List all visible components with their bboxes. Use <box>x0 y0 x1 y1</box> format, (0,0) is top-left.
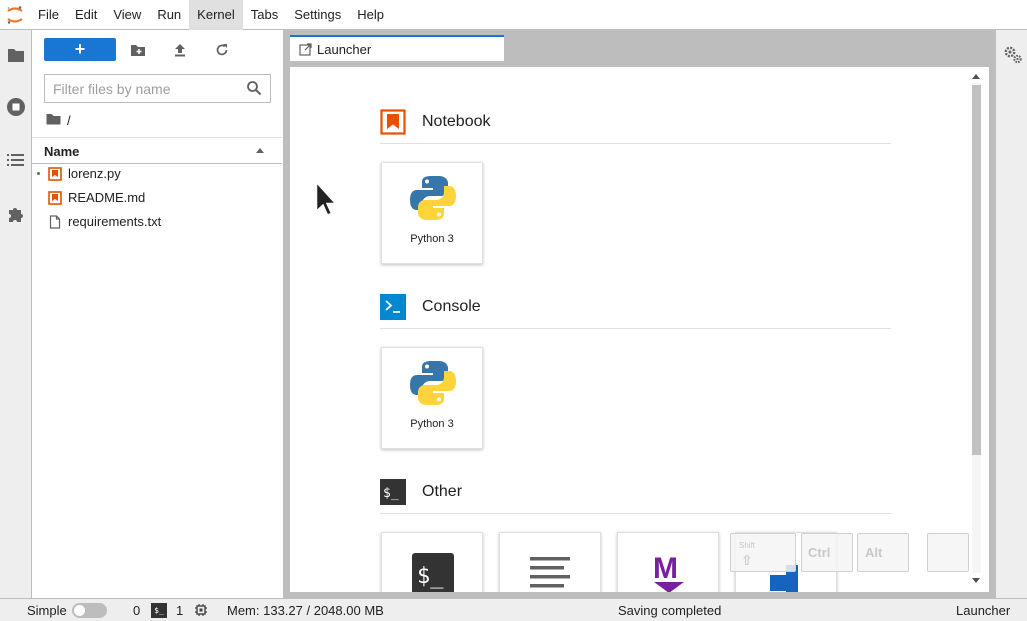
section-console: Console <box>380 289 891 329</box>
extension-manager-icon[interactable] <box>4 202 28 226</box>
svg-text:M: M <box>653 552 678 585</box>
launcher-card-notebook-python3[interactable]: Python 3 <box>381 162 483 264</box>
file-row-readme[interactable]: README.md <box>32 186 282 210</box>
python-logo-icon <box>410 361 456 405</box>
simple-mode-toggle[interactable] <box>72 603 107 618</box>
file-browser-toolbar: + <box>32 30 282 70</box>
menu-edit[interactable]: Edit <box>67 0 105 30</box>
toggle-knob <box>74 605 85 616</box>
terminal-icon: $_ <box>412 553 454 592</box>
launcher-card-markdown[interactable]: M <box>617 532 719 592</box>
scrollbar-thumb[interactable] <box>972 85 981 455</box>
mouse-cursor-icon <box>315 180 339 224</box>
new-folder-icon[interactable] <box>128 40 148 60</box>
sort-ascending-icon <box>256 148 264 153</box>
tab-label: Launcher <box>317 41 372 57</box>
breadcrumb: / <box>46 112 71 128</box>
right-sidebar-tabs <box>995 30 1027 598</box>
kernel-chip-icon[interactable] <box>194 603 208 620</box>
memory-usage: Mem: 133.27 / 2048.00 MB <box>227 603 384 618</box>
section-notebook: Notebook <box>380 104 891 144</box>
file-browser-panel: + / Name lorenz.py <box>32 30 284 598</box>
jupyter-logo-icon <box>0 0 30 30</box>
shift-arrow-icon: ⇧ <box>741 552 753 568</box>
menu-settings[interactable]: Settings <box>286 0 349 30</box>
menu-tabs[interactable]: Tabs <box>243 0 286 30</box>
markdown-icon: M <box>653 552 684 592</box>
vertical-scrollbar[interactable] <box>970 71 982 588</box>
launcher-tab-icon <box>299 42 312 56</box>
main-dock-area: Launcher Notebook Python 3 Console Pytho… <box>284 30 995 598</box>
status-bar: Simple 0 $_ 1 Mem: 133.27 / 2048.00 MB S… <box>0 598 1027 621</box>
property-inspector-gears-icon[interactable] <box>1003 45 1023 68</box>
file-list-header[interactable]: Name <box>32 137 282 164</box>
key-blank <box>927 533 969 572</box>
left-sidebar-tabs <box>0 30 32 598</box>
section-title: Notebook <box>422 113 491 130</box>
file-name: lorenz.py <box>68 166 121 181</box>
menu-run[interactable]: Run <box>149 0 189 30</box>
simple-mode-label: Simple <box>27 603 67 618</box>
upload-icon[interactable] <box>170 40 190 60</box>
file-filter-box <box>44 74 271 103</box>
terminals-count: 0 <box>133 603 141 618</box>
plus-icon: + <box>74 39 86 59</box>
python-file-icon <box>48 167 62 181</box>
search-icon <box>246 80 264 98</box>
card-label: Python 3 <box>410 233 454 245</box>
terminal-status-icon[interactable]: $_ <box>151 603 167 618</box>
name-column-header[interactable]: Name <box>44 144 79 159</box>
svg-text:$_: $_ <box>417 564 444 589</box>
launcher-panel: Notebook Python 3 Console Python 3 $_ Ot… <box>290 67 989 592</box>
python-logo-icon <box>410 176 456 220</box>
file-row-lorenz[interactable]: lorenz.py <box>32 162 282 186</box>
folder-icon[interactable] <box>4 43 28 67</box>
text-file-icon <box>530 557 570 588</box>
scroll-down-icon[interactable] <box>972 578 980 583</box>
console-icon <box>380 294 406 320</box>
text-file-icon <box>48 215 62 229</box>
menu-view[interactable]: View <box>105 0 149 30</box>
menu-bar: File Edit View Run Kernel Tabs Settings … <box>0 0 1027 30</box>
menu-kernel[interactable]: Kernel <box>189 0 243 30</box>
card-label: Python 3 <box>410 418 454 430</box>
file-name: requirements.txt <box>68 214 162 229</box>
tab-launcher[interactable]: Launcher <box>290 35 504 61</box>
key-shift: Shift ⇧ <box>730 533 796 572</box>
scroll-up-icon[interactable] <box>972 74 980 79</box>
menu-help[interactable]: Help <box>349 0 392 30</box>
launcher-card-terminal[interactable]: $_ <box>381 532 483 592</box>
new-launcher-button[interactable]: + <box>44 38 116 61</box>
section-other: $_ Other <box>380 474 891 514</box>
menu-file[interactable]: File <box>30 0 67 30</box>
key-alt: Alt <box>857 533 909 572</box>
launcher-card-console-python3[interactable]: Python 3 <box>381 347 483 449</box>
file-filter-input[interactable] <box>45 75 241 102</box>
active-tab-name: Launcher <box>956 603 1011 618</box>
breadcrumb-root[interactable]: / <box>67 113 71 128</box>
running-indicator <box>37 172 40 175</box>
table-of-contents-icon[interactable] <box>4 148 28 172</box>
launcher-card-text-file[interactable] <box>499 532 601 592</box>
kernels-count: 1 <box>176 603 184 618</box>
notebook-icon <box>380 109 406 135</box>
file-name: README.md <box>68 190 146 205</box>
svg-text:$_: $_ <box>383 486 399 501</box>
file-row-requirements[interactable]: requirements.txt <box>32 210 282 234</box>
tab-bar: Launcher <box>284 30 995 61</box>
markdown-file-icon <box>48 191 62 205</box>
key-ctrl: Ctrl <box>801 533 853 572</box>
refresh-icon[interactable] <box>212 40 232 60</box>
section-title: Console <box>422 298 481 315</box>
section-title: Other <box>422 483 463 500</box>
other-terminal-icon: $_ <box>380 479 406 505</box>
home-folder-icon[interactable] <box>46 113 61 128</box>
running-sessions-icon[interactable] <box>4 95 28 119</box>
status-message: Saving completed <box>618 603 722 618</box>
